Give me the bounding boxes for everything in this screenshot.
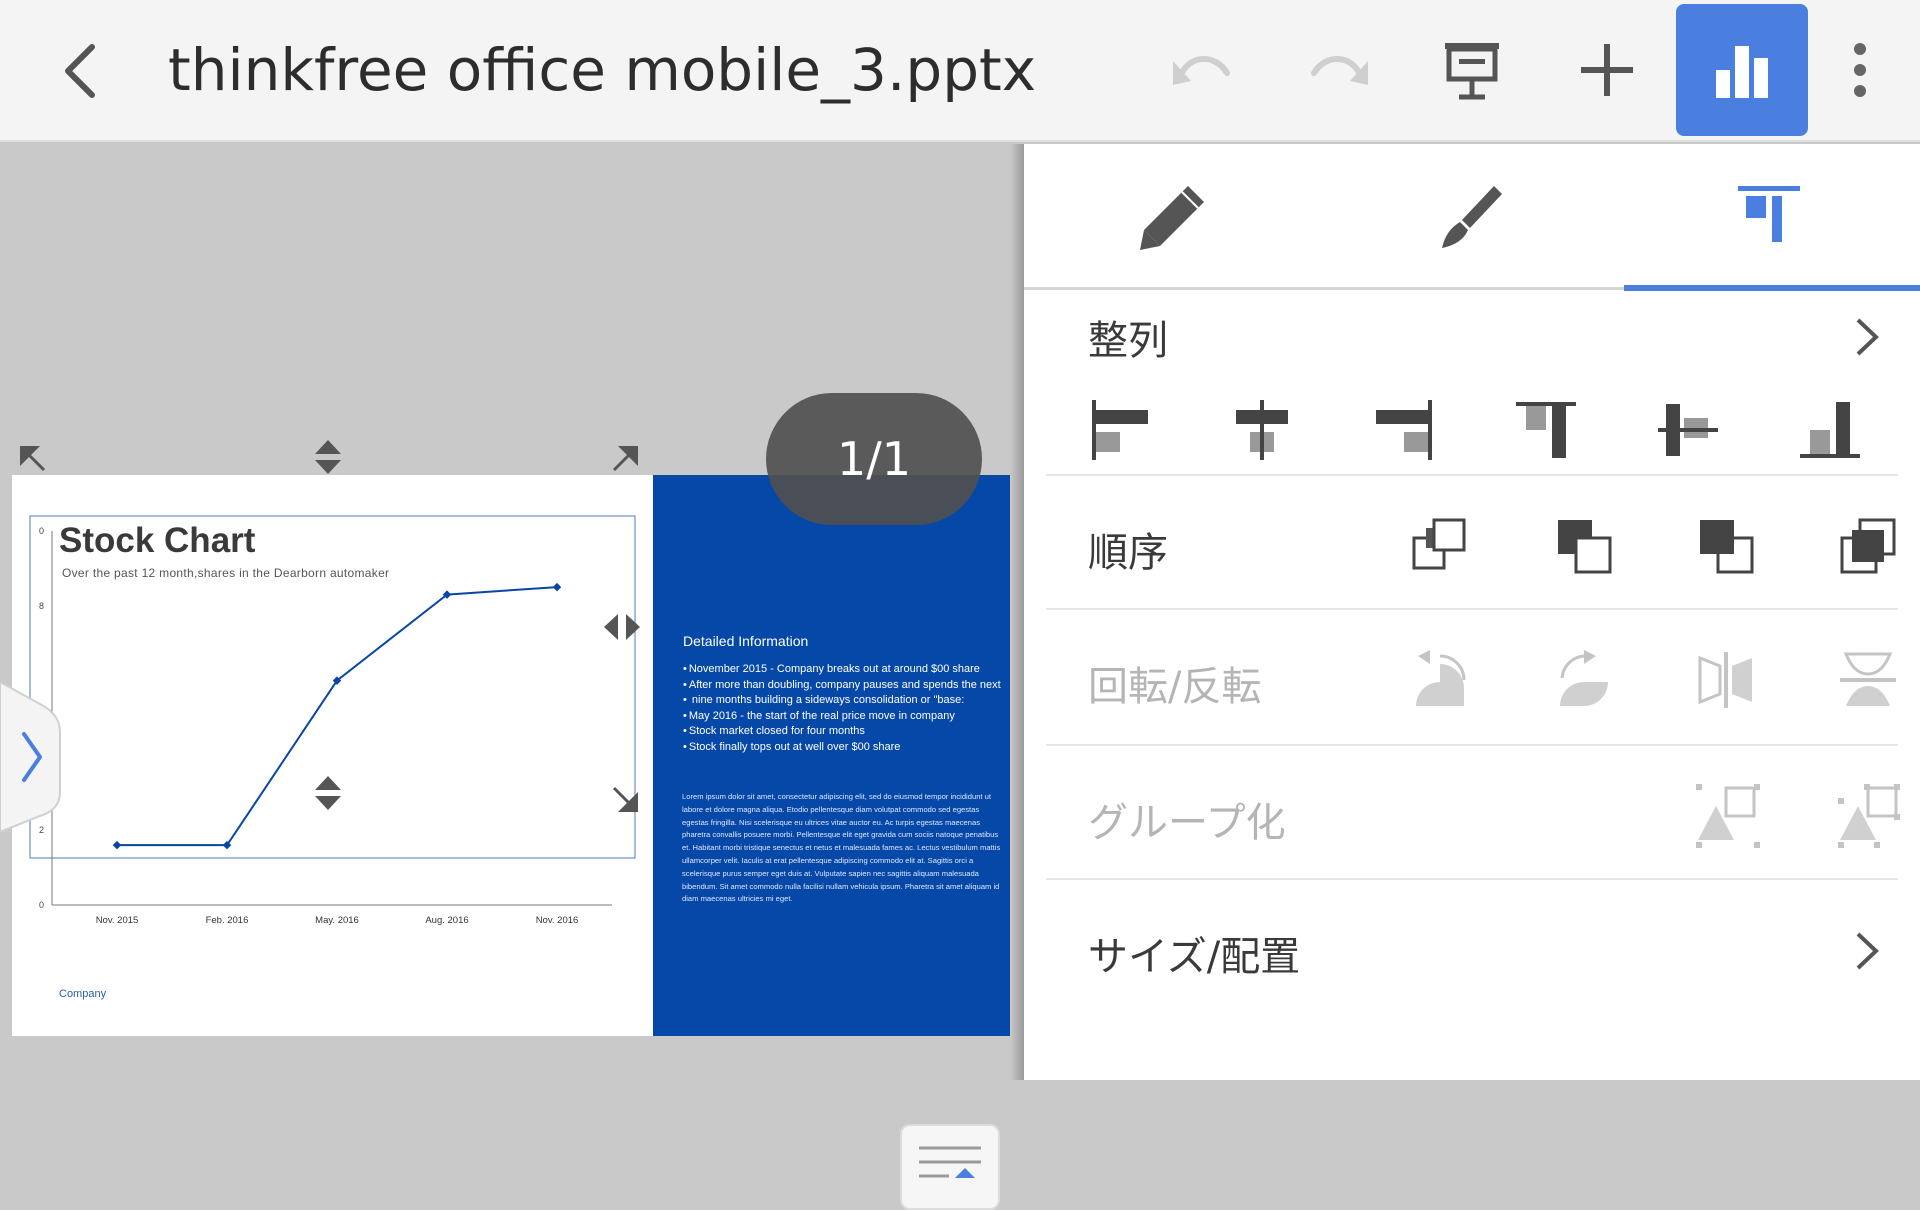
align-top-icon[interactable] [1516, 400, 1576, 460]
chevron-left-icon [65, 44, 95, 98]
resize-handle-top-icon[interactable] [313, 440, 343, 476]
bring-to-front-icon[interactable] [1410, 516, 1470, 576]
align-center-icon[interactable] [1232, 400, 1292, 460]
info-bullet-continuation: nine months building a sideways consolid… [683, 693, 1008, 709]
slide-footer[interactable]: Company [59, 988, 106, 1000]
group-label: グループ化 [1088, 800, 1286, 846]
undo-icon [1173, 56, 1230, 85]
rotate-flip-label: 回転/反転 [1088, 664, 1262, 710]
y-tick-label: 8 [39, 601, 44, 611]
order-label: 順序 [1088, 530, 1168, 576]
slideshow-button[interactable] [1406, 4, 1538, 136]
resize-handle-right-icon[interactable] [604, 612, 640, 642]
info-bullet: May 2016 - the start of the real price m… [683, 709, 1008, 725]
redo-button[interactable] [1272, 4, 1404, 136]
pencil-icon [1140, 186, 1204, 250]
stock-line-chart[interactable]: 0280Nov. 2015 Feb. 2016 May. 2016 Aug. 2016… [12, 475, 653, 1036]
bring-forward-icon[interactable] [1554, 516, 1614, 576]
chart-mode-button[interactable] [1676, 4, 1808, 136]
notes-toggle-button[interactable] [900, 1124, 1000, 1210]
size-position-header[interactable]: サイズ/配置 [1046, 882, 1898, 1014]
align-buttons-row [1046, 380, 1898, 476]
info-bullet: Stock finally tops out at well over $00 … [683, 740, 1008, 756]
align-middle-icon[interactable] [1658, 400, 1718, 460]
presentation-icon [1445, 43, 1499, 100]
slide-info-panel [653, 475, 1011, 1036]
x-tick-label: Aug. 2016 [425, 915, 468, 926]
page-indicator: 1/1 [766, 393, 982, 525]
flip-vertical-icon[interactable] [1838, 650, 1898, 710]
y-tick-label: 0 [39, 526, 44, 536]
flip-horizontal-icon[interactable] [1696, 650, 1756, 710]
slide[interactable]: Stock Chart Over the past 12 month,share… [12, 475, 1011, 1036]
notes-expand-icon [919, 1146, 981, 1178]
brush-icon [1442, 186, 1502, 248]
panel-tab-bar [1024, 144, 1920, 291]
rotate-right-icon[interactable] [1554, 650, 1614, 710]
more-vertical-icon [1854, 43, 1866, 97]
y-tick-label: 0 [39, 900, 44, 910]
align-bottom-icon[interactable] [1800, 400, 1860, 460]
canvas-divider [1010, 144, 1024, 1080]
info-bullet-list[interactable]: November 2015 - Company breaks out at ar… [683, 662, 1008, 755]
arrange-icon [1738, 186, 1800, 242]
ungroup-icon[interactable] [1838, 784, 1902, 848]
resize-handle-top-right-icon[interactable] [610, 444, 640, 474]
info-heading[interactable]: Detailed Information [683, 633, 808, 649]
slide-canvas[interactable]: Stock Chart Over the past 12 month,share… [0, 144, 1022, 1210]
insert-button[interactable] [1541, 4, 1673, 136]
back-button[interactable] [48, 36, 112, 106]
group-icon[interactable] [1696, 784, 1760, 848]
top-app-bar: thinkfree office mobile_3.pptx [0, 0, 1920, 142]
x-tick-label: Nov. 2016 [536, 915, 579, 926]
size-position-label: サイズ/配置 [1088, 934, 1301, 980]
send-backward-icon[interactable] [1696, 516, 1756, 576]
resize-handle-top-left-icon[interactable] [18, 444, 48, 474]
resize-handle-bottom-right-icon[interactable] [610, 784, 640, 814]
info-bullet: Stock market closed for four months [683, 724, 1008, 740]
align-left-icon[interactable] [1090, 400, 1150, 460]
more-options-button[interactable] [1840, 4, 1880, 136]
info-bullet: After more than doubling, company pauses… [683, 678, 1008, 694]
data-point [112, 840, 122, 850]
align-right-icon[interactable] [1374, 400, 1434, 460]
bar-chart-icon [1716, 46, 1768, 98]
tab-pen[interactable] [1024, 144, 1322, 290]
rotate-flip-row: 回転/反転 [1046, 612, 1898, 746]
info-bullet: November 2015 - Company breaks out at ar… [683, 662, 1008, 678]
redo-icon [1311, 56, 1368, 85]
document-title: thinkfree office mobile_3.pptx [168, 36, 1037, 104]
side-panel-toggle[interactable] [0, 682, 64, 832]
x-tick-label: Nov. 2015 [96, 915, 139, 926]
x-tick-label: May. 2016 [315, 915, 359, 926]
align-section-header[interactable]: 整列 [1046, 290, 1898, 380]
order-row: 順序 [1046, 478, 1898, 610]
chevron-right-icon [1856, 318, 1879, 356]
rotate-left-icon[interactable] [1410, 650, 1470, 710]
x-tick-label: Feb. 2016 [206, 915, 249, 926]
plus-icon [1581, 44, 1633, 96]
resize-handle-bottom-icon[interactable] [313, 776, 343, 812]
tab-arrange[interactable] [1620, 144, 1918, 290]
format-panel: 整列 順序 回転/反転 グループ化 サイズ/配置 [1024, 144, 1920, 1080]
data-point [552, 582, 562, 592]
send-to-back-icon[interactable] [1838, 516, 1898, 576]
lorem-paragraph[interactable]: Lorem ipsum dolor sit amet, consectetur … [682, 791, 1002, 906]
chevron-right-icon [1856, 932, 1879, 970]
group-row: グループ化 [1046, 748, 1900, 880]
align-label: 整列 [1088, 318, 1168, 364]
tab-style[interactable] [1322, 144, 1620, 290]
undo-button[interactable] [1137, 4, 1269, 136]
